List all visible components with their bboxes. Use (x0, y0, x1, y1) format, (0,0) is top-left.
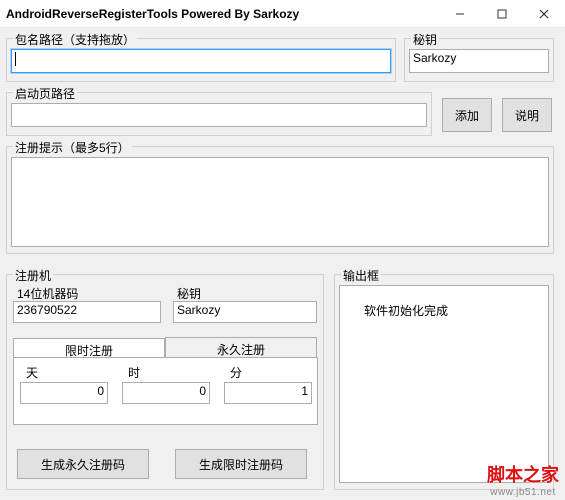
machine-code-input[interactable]: 236790522 (13, 301, 161, 323)
minutes-input[interactable]: 1 (224, 382, 312, 404)
days-label: 天 (26, 364, 38, 381)
gen-permanent-button[interactable]: 生成永久注册码 (17, 449, 149, 479)
minutes-label: 分 (230, 364, 242, 381)
add-button[interactable]: 添加 (442, 98, 492, 132)
tab-body: 天 0 时 0 分 1 (13, 357, 318, 425)
output-textarea[interactable]: 软件初始化完成 (339, 285, 549, 483)
maximize-button[interactable] (481, 0, 523, 28)
start-path-label: 启动页路径 (13, 85, 77, 102)
register-machine-group: 注册机 14位机器码 236790522 秘钥 Sarkozy 限时注册 永久注… (6, 274, 324, 490)
minimize-button[interactable] (439, 0, 481, 28)
hours-label: 时 (128, 364, 140, 381)
register-hint-textarea[interactable] (11, 157, 549, 247)
secret-input[interactable]: Sarkozy (409, 49, 549, 73)
days-input[interactable]: 0 (20, 382, 108, 404)
client-area: 包名路径（支持拖放） 秘钥 Sarkozy 启动页路径 添加 说明 注册提示（最… (0, 28, 565, 500)
rm-secret-input[interactable]: Sarkozy (173, 301, 317, 323)
output-label: 输出框 (341, 267, 381, 284)
pkg-path-group: 包名路径（支持拖放） (6, 38, 396, 82)
title-bar: AndroidReverseRegisterTools Powered By S… (0, 0, 565, 28)
register-hint-group: 注册提示（最多5行） (6, 146, 554, 254)
pkg-path-label: 包名路径（支持拖放） (13, 31, 137, 48)
output-group: 输出框 软件初始化完成 (334, 274, 554, 490)
start-path-input[interactable] (11, 103, 427, 127)
register-hint-label: 注册提示（最多5行） (13, 139, 132, 156)
machine-code-label: 14位机器码 (17, 285, 78, 302)
window-title: AndroidReverseRegisterTools Powered By S… (6, 7, 299, 21)
secret-group: 秘钥 Sarkozy (404, 38, 554, 82)
gen-limited-button[interactable]: 生成限时注册码 (175, 449, 307, 479)
secret-label: 秘钥 (411, 31, 439, 48)
watermark: 脚本之家 www.jb51.net (487, 461, 559, 498)
explain-button[interactable]: 说明 (502, 98, 552, 132)
close-button[interactable] (523, 0, 565, 28)
start-path-group: 启动页路径 (6, 92, 432, 136)
hours-input[interactable]: 0 (122, 382, 210, 404)
rm-secret-label: 秘钥 (177, 285, 201, 302)
register-machine-label: 注册机 (13, 267, 53, 284)
pkg-path-input[interactable] (11, 49, 391, 73)
